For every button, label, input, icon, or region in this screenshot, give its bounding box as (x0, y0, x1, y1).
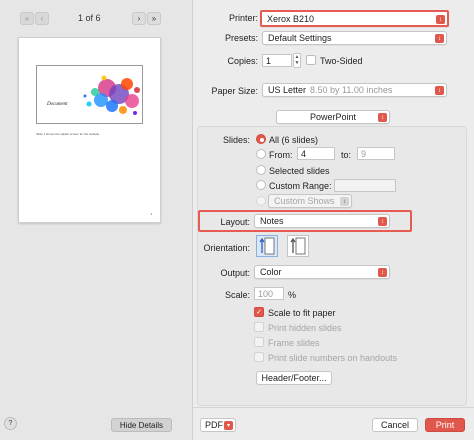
updown-chevron-icon: ↕ (378, 113, 387, 122)
slide-thumbnail: Document (36, 65, 143, 124)
slides-all-label: All (6 slides) (269, 135, 319, 145)
printer-popup[interactable]: Xerox B210 ↕ (260, 10, 449, 27)
preview-pane: « ‹ 1 of 6 › » Document Slide 1 shows th… (0, 0, 193, 440)
two-sided-checkbox[interactable] (306, 55, 316, 65)
print-button[interactable]: Print (425, 418, 465, 432)
printer-label: Printer: (228, 13, 258, 23)
print-hidden-checkbox[interactable] (254, 322, 264, 332)
from-field[interactable]: 4 (297, 147, 335, 160)
help-button[interactable]: ? (4, 417, 17, 430)
layout-label: Layout: (220, 217, 250, 227)
portrait-orientation-button[interactable] (256, 235, 278, 257)
hide-details-button[interactable]: Hide Details (111, 418, 172, 432)
presets-popup[interactable]: Default Settings ↕ (262, 31, 447, 45)
scale-label: Scale: (224, 290, 250, 300)
slides-from-radio[interactable] (256, 149, 266, 159)
page-preview: Document Slide 1 shows the splash screen… (18, 37, 161, 223)
to-label: to: (341, 150, 352, 160)
question-icon: ? (8, 420, 13, 427)
paper-size-value: US Letter (268, 85, 307, 95)
scale-unit: % (288, 290, 297, 300)
updown-chevron-icon: ↕ (340, 197, 349, 206)
updown-chevron-icon: ↕ (435, 86, 444, 95)
header-footer-button[interactable]: Header/Footer... (256, 371, 332, 385)
orientation-label: Orientation: (203, 243, 250, 253)
output-value: Color (260, 267, 282, 277)
presets-label: Presets: (224, 33, 258, 43)
copies-field[interactable]: 1 (262, 54, 292, 67)
pdf-menu-button[interactable]: PDF ▾ (200, 418, 236, 432)
print-slide-numbers-checkbox[interactable] (254, 352, 264, 362)
frame-slides-label: Frame slides (268, 338, 320, 348)
updown-chevron-icon: ↕ (378, 268, 387, 277)
chevron-down-icon: ▾ (224, 421, 233, 430)
paper-size-popup[interactable]: US Letter 8.50 by 11.00 inches ↕ (262, 83, 447, 97)
slides-all-radio[interactable] (256, 134, 266, 144)
copies-stepper[interactable]: ▲ ▼ (293, 53, 301, 68)
custom-range-field[interactable] (334, 179, 396, 192)
notes-text: Slide 1 shows the splash screen for the … (36, 132, 100, 136)
checkmark-icon: ✓ (256, 309, 262, 316)
portrait-icon (259, 237, 275, 255)
updown-chevron-icon: ↕ (378, 217, 387, 226)
landscape-icon (290, 237, 306, 255)
from-label: From: (269, 150, 293, 160)
updown-chevron-icon: ↕ (435, 34, 444, 43)
selected-slides-radio[interactable] (256, 165, 266, 175)
double-chevron-left-icon: « (24, 14, 30, 23)
print-hidden-label: Print hidden slides (268, 323, 342, 333)
layout-value: Notes (260, 216, 284, 226)
layout-popup[interactable]: Notes ↕ (254, 214, 390, 228)
chevron-right-icon: › (137, 14, 141, 23)
last-page-button[interactable]: » (147, 12, 161, 25)
printer-value: Xerox B210 (267, 13, 315, 24)
custom-range-label: Custom Range: (269, 181, 332, 191)
slide-title: Document (47, 102, 68, 107)
output-label: Output: (220, 268, 250, 278)
cancel-button[interactable]: Cancel (372, 418, 418, 432)
first-page-button[interactable]: « (20, 12, 34, 25)
pdf-label: PDF (205, 420, 223, 430)
slides-label: Slides: (222, 135, 250, 145)
output-popup[interactable]: Color ↕ (254, 265, 390, 279)
print-slide-numbers-label: Print slide numbers on handouts (268, 353, 398, 363)
prev-page-button[interactable]: ‹ (35, 12, 49, 25)
to-field[interactable]: 9 (357, 147, 395, 160)
scale-to-fit-checkbox[interactable]: ✓ (254, 307, 264, 317)
paint-splash-image (83, 75, 140, 115)
landscape-orientation-button[interactable] (287, 235, 309, 257)
chevron-left-icon: ‹ (40, 14, 44, 23)
double-chevron-right-icon: » (151, 14, 157, 23)
scale-to-fit-label: Scale to fit paper (268, 308, 336, 318)
app-section-popup[interactable]: PowerPoint ↕ (276, 110, 390, 124)
custom-range-radio[interactable] (256, 180, 266, 190)
two-sided-label: Two-Sided (320, 56, 363, 66)
custom-shows-radio[interactable] (256, 196, 266, 206)
custom-shows-popup[interactable]: Custom Shows ↕ (268, 194, 352, 208)
app-section-value: PowerPoint (309, 112, 357, 122)
copies-label: Copies: (227, 56, 258, 66)
page-indicator: 1 of 6 (78, 13, 101, 23)
next-page-button[interactable]: › (132, 12, 146, 25)
updown-chevron-icon: ↕ (436, 15, 445, 24)
custom-shows-value: Custom Shows (274, 196, 335, 206)
presets-value: Default Settings (268, 33, 332, 43)
selected-slides-label: Selected slides (269, 166, 330, 176)
paper-size-dims: 8.50 by 11.00 inches (310, 85, 393, 95)
scale-field[interactable]: 100 (254, 287, 284, 300)
frame-slides-checkbox[interactable] (254, 337, 264, 347)
page-number: 4 (150, 212, 152, 216)
paper-size-label: Paper Size: (211, 86, 258, 96)
